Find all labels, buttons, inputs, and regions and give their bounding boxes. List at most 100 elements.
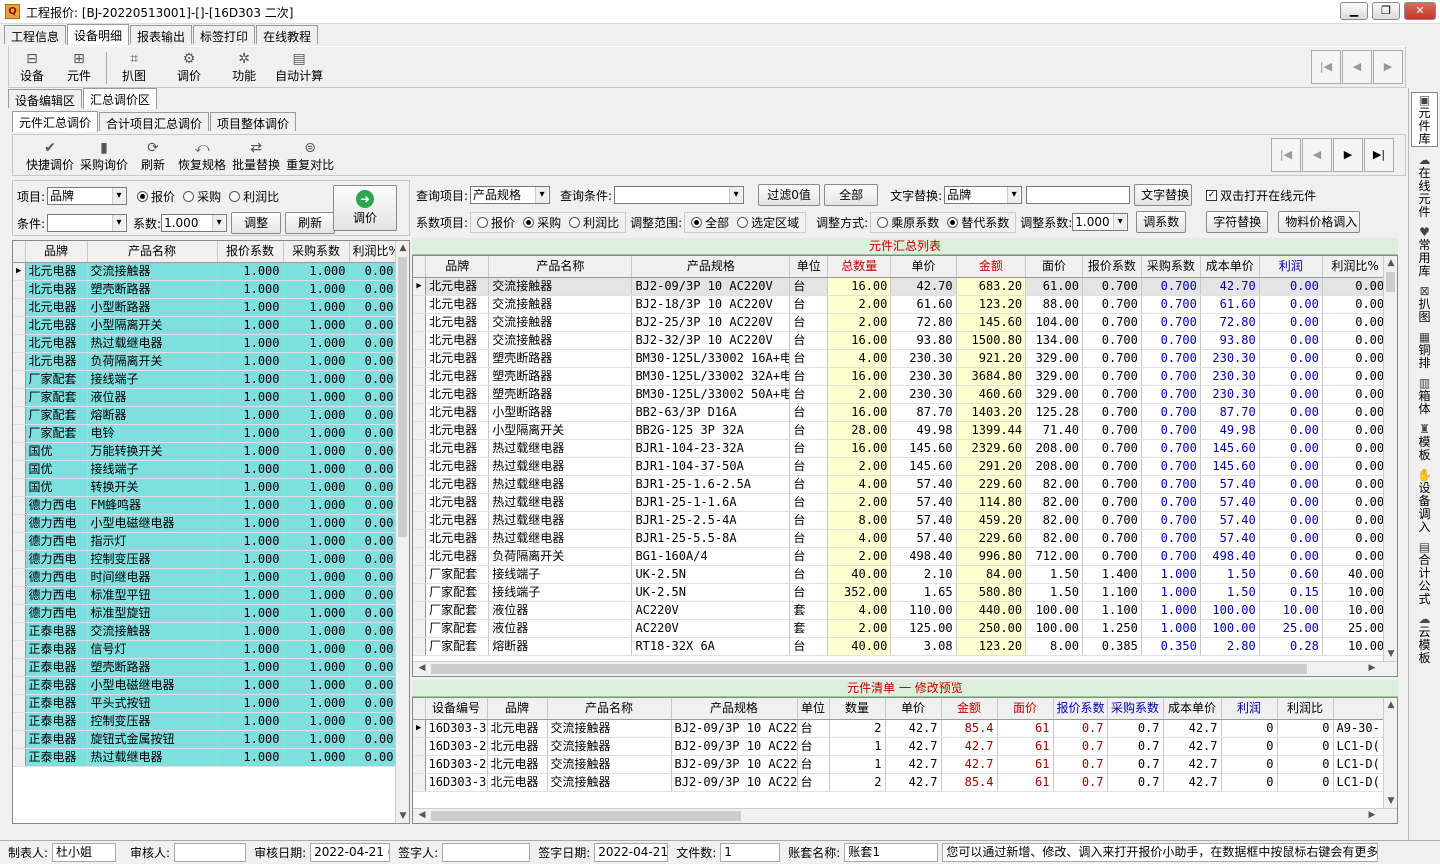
radio-purchase[interactable]: 采购: [183, 188, 221, 205]
cell-brand[interactable]: 北元电器: [425, 349, 490, 368]
table-row[interactable]: ▶16D303-3 1北元电器交流接触器BJ2-09/3P 10 AC220台2…: [413, 719, 1386, 738]
cell-quote-coef[interactable]: 0.700: [1082, 295, 1142, 314]
cell-profit[interactable]: 0.00: [1259, 367, 1323, 386]
summary-header-8[interactable]: 报价系数: [1082, 256, 1142, 278]
cell-cost-price[interactable]: 498.40: [1200, 547, 1260, 566]
left-header-product[interactable]: 产品名称: [87, 241, 218, 263]
prev-record-button[interactable]: ◀: [1342, 50, 1372, 84]
cell-profit[interactable]: 0: [1221, 773, 1278, 792]
purchase-inquiry-button[interactable]: ▮ 采购询价: [77, 140, 131, 173]
cell-product[interactable]: 负荷隔离开关: [488, 547, 633, 566]
summary-hscroll[interactable]: ◀ ▶: [413, 661, 1397, 676]
cell-qty[interactable]: 2: [829, 773, 886, 792]
table-row[interactable]: 厂家配套 接线端子 1.000 1.000 0.00: [13, 370, 398, 389]
cell-purchase-coef[interactable]: 1.000: [283, 694, 350, 713]
cell-brand[interactable]: 北元电器: [425, 493, 490, 512]
cell-profit-ratio[interactable]: 0.00: [1322, 493, 1389, 512]
cell-profit-ratio[interactable]: 10.00: [1322, 637, 1389, 656]
cell-brand[interactable]: 北元电器: [425, 457, 490, 476]
cell-cost-price[interactable]: 1.50: [1200, 565, 1260, 584]
table-row[interactable]: 正泰电器 平头式按钮 1.000 1.000 0.00: [13, 694, 398, 713]
cell-total-qty[interactable]: 16.00: [827, 277, 892, 296]
cell-unit[interactable]: 台: [789, 475, 829, 494]
cell-spec[interactable]: BB2-63/3P D16A: [631, 403, 791, 422]
table-row[interactable]: 北元电器 负荷隔离开关 BG1-160A/4 台 2.00 498.40 996.80 712…: [413, 547, 1397, 566]
cell-cost-price[interactable]: 57.40: [1200, 493, 1260, 512]
restore-button[interactable]: ❐: [1372, 2, 1400, 20]
cell-list-price[interactable]: 712.00: [1025, 547, 1083, 566]
cell-amount[interactable]: 42.7: [941, 755, 998, 774]
cell-unit-price[interactable]: 72.80: [890, 313, 957, 332]
cell-list-price[interactable]: 8.00: [1025, 637, 1083, 656]
cell-spec[interactable]: BJ2-09/3P 10 AC220: [671, 719, 798, 738]
cell-quote-coef[interactable]: 0.7: [1053, 719, 1108, 738]
cell-profit[interactable]: 0.00: [1259, 295, 1323, 314]
cell-qty[interactable]: 2: [829, 719, 886, 738]
cell-profit[interactable]: 25.00: [1259, 619, 1323, 638]
cell-purchase-coef[interactable]: 1.000: [283, 334, 350, 353]
cell-quote-coef[interactable]: 1.000: [217, 424, 284, 443]
cell-brand[interactable]: 北元电器: [25, 352, 88, 371]
cell-profit[interactable]: 0: [1221, 755, 1278, 774]
cell-product[interactable]: 时间继电器: [87, 568, 218, 587]
detail-hscroll-thumb[interactable]: [431, 811, 741, 821]
quick-adjust-button[interactable]: ✔ 快捷调价: [23, 140, 77, 173]
cell-purchase-coef[interactable]: 0.700: [1141, 475, 1201, 494]
cell-device-no[interactable]: 16D303-3 1: [425, 773, 488, 792]
cell-quote-coef[interactable]: 0.700: [1082, 475, 1142, 494]
cell-quote-coef[interactable]: 0.700: [1082, 493, 1142, 512]
table-row[interactable]: 北元电器 小型断路器 BB2-63/3P D16A 台 16.00 87.70 1403.2…: [413, 403, 1397, 422]
cell-brand[interactable]: 厂家配套: [425, 565, 490, 584]
cell-profit[interactable]: 0.15: [1259, 583, 1323, 602]
function-button[interactable]: ✲ 功能: [229, 51, 259, 84]
cell-profit-ratio[interactable]: 0.00: [349, 496, 398, 515]
cell-product[interactable]: 交流接触器: [87, 622, 218, 641]
cell-purchase-coef[interactable]: 1.000: [283, 406, 350, 425]
cell-profit-ratio[interactable]: 0.00: [349, 550, 398, 569]
coef-radio-purchase[interactable]: 采购: [523, 214, 561, 231]
cell-purchase-coef[interactable]: 0.700: [1141, 403, 1201, 422]
cell-purchase-coef[interactable]: 1.000: [283, 532, 350, 551]
cell-list-price[interactable]: 1.50: [1025, 583, 1083, 602]
table-row[interactable]: 德力西电 FM蜂鸣器 1.000 1.000 0.00: [13, 496, 398, 515]
cell-product[interactable]: 液位器: [488, 601, 633, 620]
cell-extra[interactable]: LC1-D(: [1333, 737, 1386, 756]
reviewer-value[interactable]: [174, 843, 247, 862]
summary-header-7[interactable]: 面价: [1025, 256, 1083, 278]
cell-profit-ratio[interactable]: 0.00: [1322, 403, 1389, 422]
cell-cost-price[interactable]: 2.80: [1200, 637, 1260, 656]
cell-purchase-coef[interactable]: 1.000: [1141, 619, 1201, 638]
cell-brand[interactable]: 厂家配套: [425, 619, 490, 638]
signer-value[interactable]: [442, 843, 531, 862]
detail-header-1[interactable]: 品牌: [487, 698, 548, 720]
cell-brand[interactable]: 厂家配套: [25, 370, 88, 389]
cell-profit-ratio[interactable]: 0.00: [349, 316, 398, 335]
cell-unit[interactable]: 台: [789, 583, 829, 602]
summary-hscroll-thumb[interactable]: [431, 664, 1307, 674]
cell-product[interactable]: 接线端子: [87, 460, 218, 479]
sidebar-item-2[interactable]: ♥ 常用库: [1409, 225, 1440, 278]
cell-brand[interactable]: 北元电器: [425, 277, 490, 296]
cell-unit-price[interactable]: 57.40: [890, 529, 957, 548]
cell-purchase-coef[interactable]: 0.700: [1141, 313, 1201, 332]
tab-summary-price[interactable]: 汇总调价区: [83, 88, 158, 109]
table-row[interactable]: 北元电器 小型断路器 1.000 1.000 0.00: [13, 298, 398, 317]
cell-list-price[interactable]: 125.28: [1025, 403, 1083, 422]
cell-profit-ratio[interactable]: 0.00: [1322, 475, 1389, 494]
table-row[interactable]: 16D303-3 1北元电器交流接触器BJ2-09/3P 10 AC220台24…: [413, 773, 1386, 792]
mode-radio-multiply[interactable]: 乘原系数: [877, 214, 939, 231]
cell-purchase-coef[interactable]: 0.700: [1141, 457, 1201, 476]
mode-radio-replace[interactable]: 替代系数: [947, 214, 1009, 231]
cell-profit-ratio[interactable]: 0.00: [349, 280, 398, 299]
capture-button[interactable]: ⌗ 扒图: [119, 51, 149, 84]
cell-spec[interactable]: AC220V: [631, 619, 791, 638]
cell-purchase-coef[interactable]: 1.000: [283, 442, 350, 461]
cell-purchase-coef[interactable]: 1.000: [283, 262, 350, 281]
close-button[interactable]: ✕: [1404, 2, 1436, 20]
table-row[interactable]: 厂家配套 液位器 AC220V 套 4.00 110.00 440.00 100.00 1.10…: [413, 601, 1397, 620]
cell-list-price[interactable]: 61: [997, 737, 1054, 756]
table-row[interactable]: 北元电器 小型隔离开关 BB2G-125 3P 32A 台 28.00 49.98 1399…: [413, 421, 1397, 440]
left-header-profit-ratio[interactable]: 利润比%: [349, 241, 398, 263]
cell-brand[interactable]: 正泰电器: [25, 622, 88, 641]
summary-prev-button[interactable]: ◀: [1302, 138, 1332, 172]
